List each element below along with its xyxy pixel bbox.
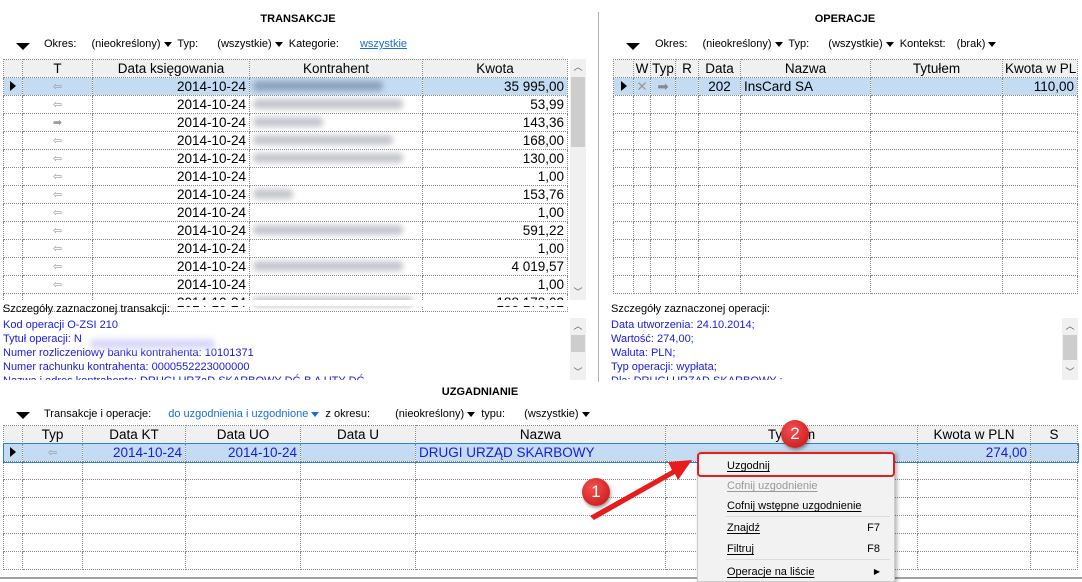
step-badge-1: 1 xyxy=(582,478,610,506)
annotation-arrow xyxy=(590,460,692,520)
step-badge-2: 2 xyxy=(781,420,809,448)
